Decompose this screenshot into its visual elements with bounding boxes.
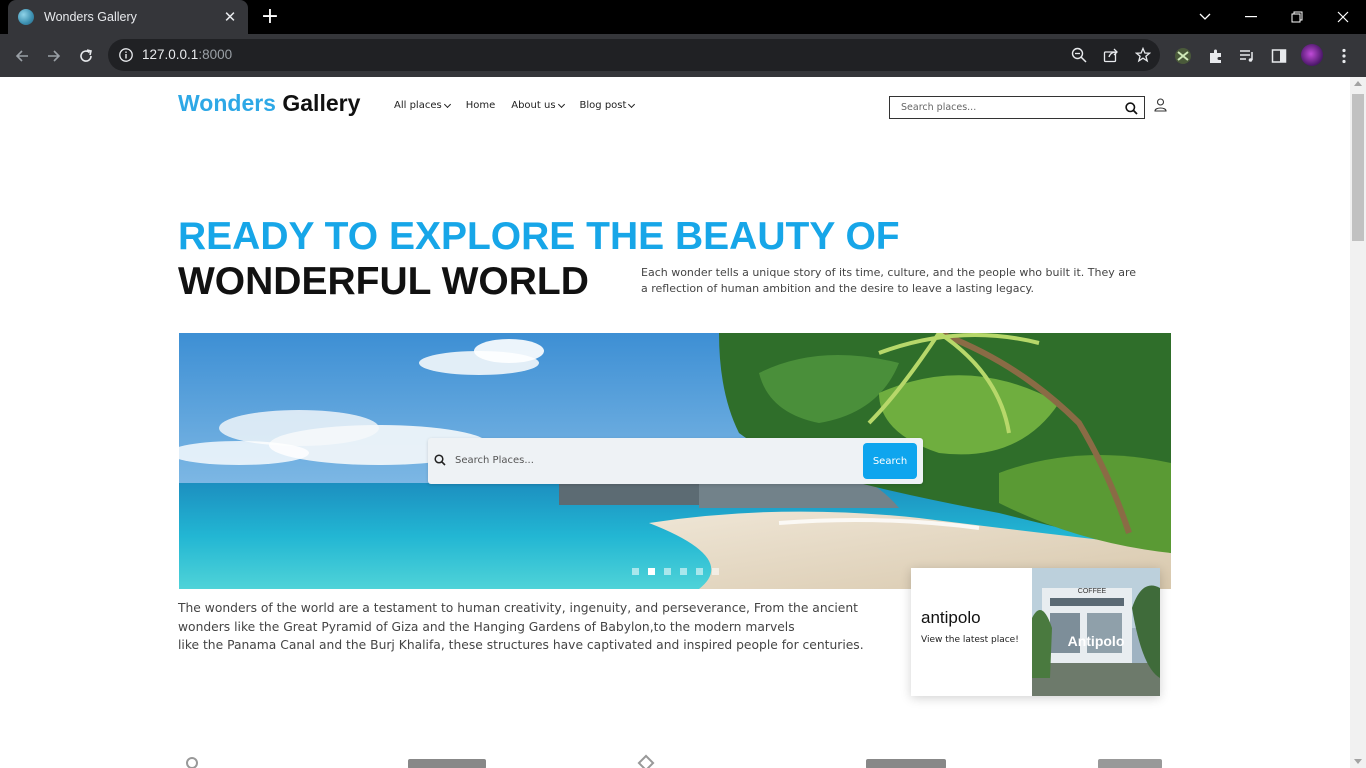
- search-icon[interactable]: [1125, 100, 1138, 119]
- site-info-icon[interactable]: [118, 47, 134, 67]
- chevron-down-icon: [443, 100, 451, 108]
- zoom-icon[interactable]: [1070, 46, 1088, 64]
- logo-gallery-text: Gallery: [275, 90, 361, 116]
- latest-place-card[interactable]: antipolo View the latest place! Antipolo…: [911, 568, 1160, 696]
- banner-search-box[interactable]: Search Places... Search: [428, 438, 923, 484]
- thumbnail-sign: COFFEE: [1078, 588, 1107, 595]
- latest-place-subtitle: View the latest place!: [921, 635, 1019, 645]
- tab-search-chevron-icon[interactable]: [1182, 0, 1228, 34]
- back-arrow-icon[interactable]: [9, 43, 35, 69]
- hero-heading-line2: WONDERFUL WORLD: [178, 260, 589, 303]
- browser-tab-bar: Wonders Gallery ✕ +: [0, 0, 1366, 34]
- latest-place-thumbnail[interactable]: Antipolo COFFEE: [1032, 568, 1160, 696]
- url-text: 127.0.0.1:8000: [142, 47, 233, 62]
- partner-logo: [1098, 759, 1162, 768]
- browser-toolbar: 127.0.0.1:8000: [0, 34, 1366, 77]
- globe-favicon-icon: [18, 9, 34, 25]
- site-logo[interactable]: Wonders Gallery: [178, 90, 360, 117]
- header-search-input[interactable]: Search places...: [889, 96, 1145, 119]
- search-icon: [434, 454, 446, 466]
- nav-all-places[interactable]: All places: [394, 100, 451, 111]
- header-search-placeholder: Search places...: [901, 102, 977, 113]
- menu-kebab-icon[interactable]: [1334, 46, 1354, 66]
- extension-avatar-icon[interactable]: [1173, 46, 1193, 66]
- new-tab-button[interactable]: +: [259, 6, 281, 28]
- partner-logo: [408, 759, 486, 768]
- share-icon[interactable]: [1102, 46, 1120, 64]
- nav-about-us[interactable]: About us: [511, 100, 565, 111]
- restore-icon[interactable]: [1274, 0, 1320, 34]
- scroll-down-arrow-icon[interactable]: [1354, 759, 1362, 764]
- chevron-down-icon: [557, 100, 565, 108]
- intro-paragraph: The wonders of the world are a testament…: [178, 599, 878, 655]
- close-window-icon[interactable]: [1320, 0, 1366, 34]
- intro-line: The wonders of the world are a testament…: [178, 601, 858, 615]
- partner-logo: [186, 757, 198, 768]
- scrollbar-thumb[interactable]: [1352, 94, 1364, 241]
- bookmark-star-icon[interactable]: [1134, 46, 1152, 64]
- intro-line: like the Panama Canal and the Burj Khali…: [178, 638, 864, 652]
- hero-description: Each wonder tells a unique story of its …: [641, 266, 1137, 295]
- carousel-indicators: [632, 568, 728, 575]
- page-scrollbar[interactable]: [1350, 77, 1366, 768]
- tab-close-icon[interactable]: ✕: [222, 8, 238, 26]
- address-bar[interactable]: 127.0.0.1:8000: [108, 39, 1160, 71]
- media-queue-icon[interactable]: [1237, 46, 1257, 66]
- web-page: Wonders Gallery All places Home About us…: [0, 77, 1350, 768]
- nav-blog-post[interactable]: Blog post: [580, 100, 636, 111]
- intro-line: wonders like the Great Pyramid of Giza a…: [178, 619, 795, 634]
- chevron-down-icon: [628, 100, 636, 108]
- partner-logos-strip: [0, 754, 1350, 768]
- partner-logo: [866, 759, 946, 768]
- extensions-puzzle-icon[interactable]: [1206, 46, 1226, 66]
- partner-logo: [637, 754, 655, 768]
- carousel-dot[interactable]: [696, 568, 703, 575]
- side-panel-icon[interactable]: [1269, 46, 1289, 66]
- carousel-dot[interactable]: [680, 568, 687, 575]
- hero-heading-line1: READY TO EXPLORE THE BEAUTY OF: [178, 215, 900, 258]
- minimize-icon[interactable]: [1228, 0, 1274, 34]
- forward-arrow-icon[interactable]: [41, 43, 67, 69]
- user-account-icon[interactable]: [1154, 97, 1167, 116]
- scroll-up-arrow-icon[interactable]: [1354, 81, 1362, 86]
- logo-wonders-text: Wonders: [178, 90, 276, 116]
- main-nav: All places Home About us Blog post: [394, 100, 650, 111]
- browser-tab[interactable]: Wonders Gallery ✕: [8, 0, 248, 34]
- banner-search-placeholder: Search Places...: [455, 455, 534, 466]
- hero-banner-image: Search Places... Search: [179, 333, 1171, 589]
- tab-title: Wonders Gallery: [44, 10, 137, 24]
- carousel-dot[interactable]: [648, 568, 655, 575]
- banner-search-button[interactable]: Search: [863, 443, 917, 479]
- carousel-dot[interactable]: [712, 568, 719, 575]
- thumbnail-caption: Antipolo: [1068, 633, 1125, 649]
- carousel-dot[interactable]: [664, 568, 671, 575]
- reload-icon[interactable]: [73, 43, 99, 69]
- latest-place-title: antipolo: [921, 608, 981, 627]
- profile-avatar[interactable]: [1301, 44, 1323, 66]
- carousel-dot[interactable]: [632, 568, 639, 575]
- nav-home[interactable]: Home: [466, 100, 496, 111]
